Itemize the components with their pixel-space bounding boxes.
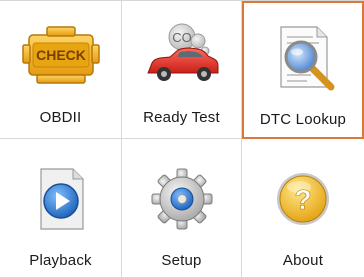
playback-icon xyxy=(39,168,84,230)
playback-label: Playback xyxy=(29,252,92,269)
car-emissions-icon: CO xyxy=(146,23,218,81)
obdii-label: OBDII xyxy=(39,109,82,126)
about-tile[interactable]: ? About xyxy=(242,139,364,278)
dtc-lookup-tile[interactable]: DTC Lookup xyxy=(242,1,364,139)
obdii-tile[interactable]: CHECK OBDII xyxy=(0,1,122,139)
co-text: CO xyxy=(172,30,192,45)
check-engine-icon: CHECK xyxy=(21,26,100,84)
setup-tile[interactable]: Setup xyxy=(122,139,242,278)
setup-label: Setup xyxy=(161,252,202,269)
ready-test-tile[interactable]: CO Ready Test xyxy=(122,1,242,139)
playback-tile[interactable]: Playback xyxy=(0,139,122,278)
ready-test-label: Ready Test xyxy=(143,109,220,126)
gear-icon xyxy=(151,168,212,230)
help-icon: ? xyxy=(277,173,329,225)
check-text: CHECK xyxy=(36,47,86,63)
about-label: About xyxy=(282,252,324,269)
document-search-icon xyxy=(280,26,335,91)
question-mark: ? xyxy=(294,184,311,215)
dtc-lookup-label: DTC Lookup xyxy=(259,111,347,128)
main-menu-grid: CHECK OBDII CO Ready Test DTC Lookup Pla… xyxy=(0,0,364,278)
